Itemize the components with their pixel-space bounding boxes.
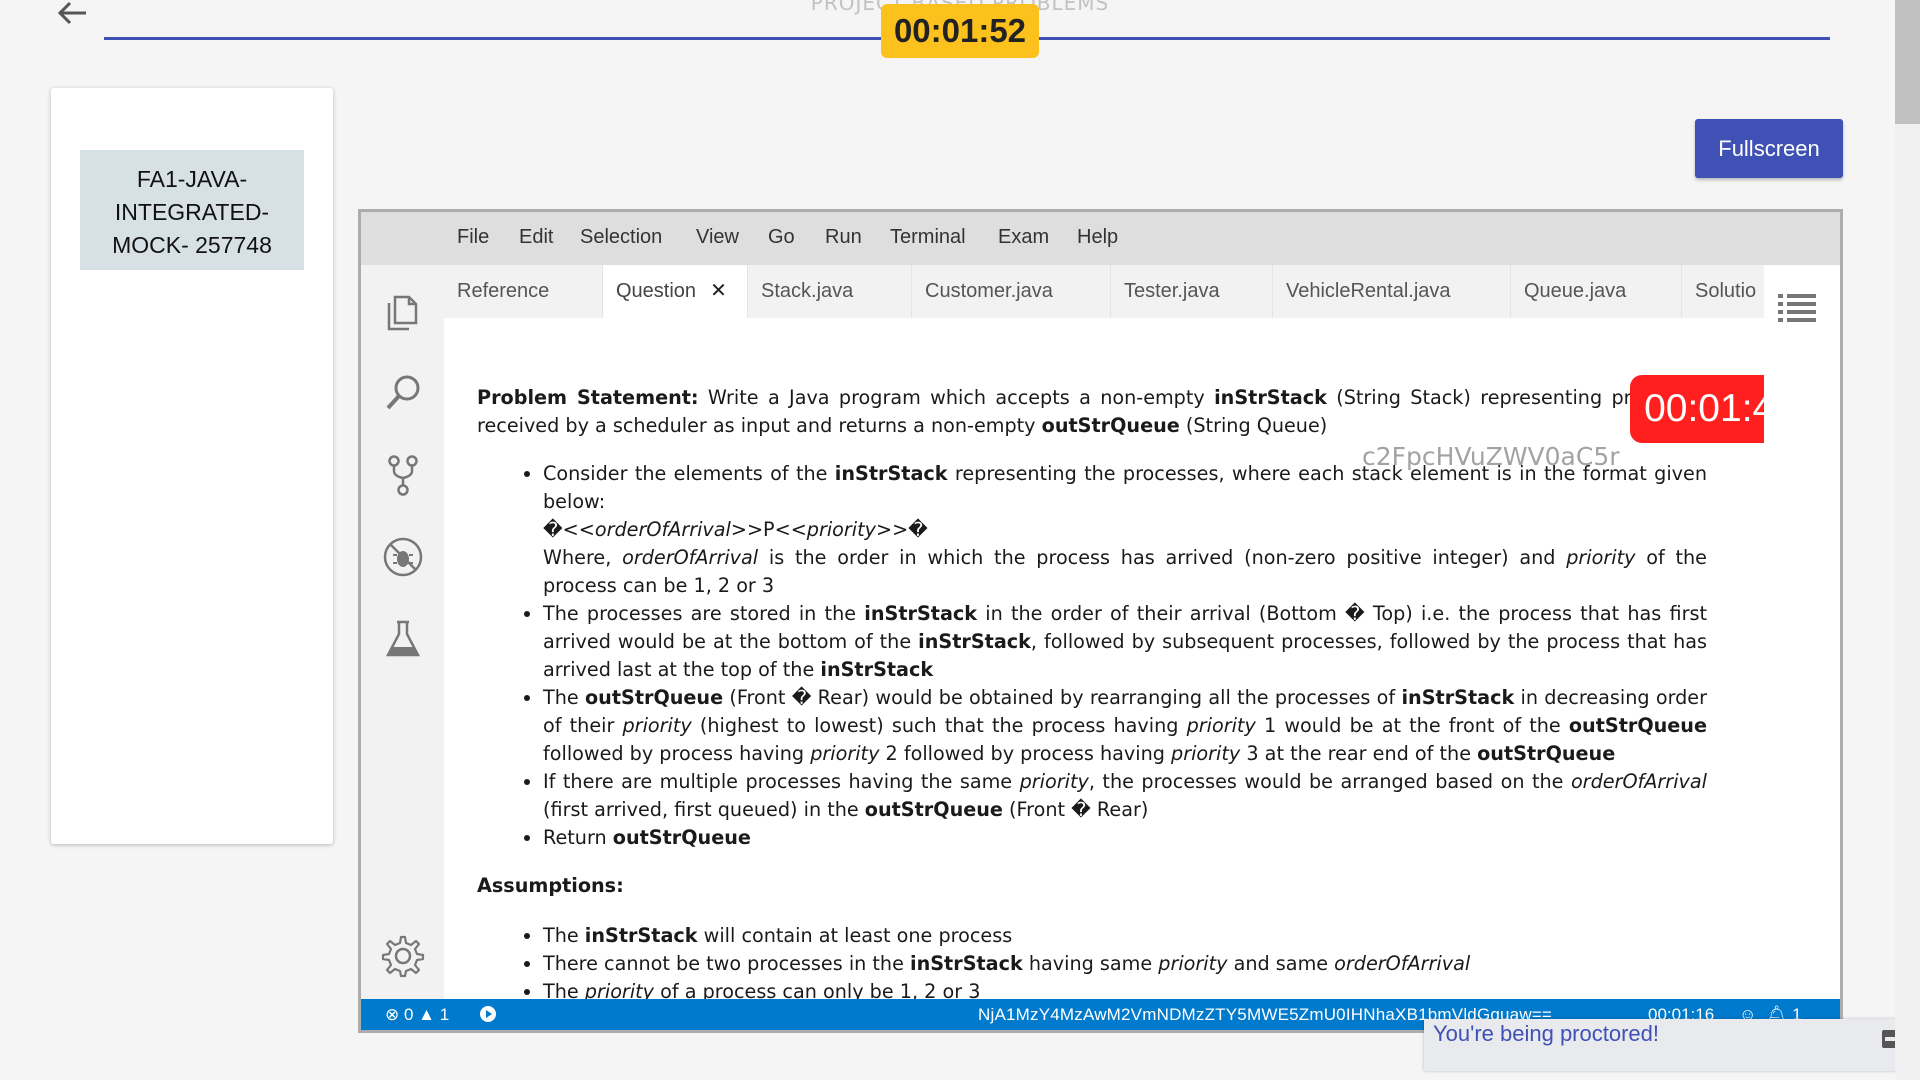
menu-view[interactable]: View	[696, 226, 739, 249]
assumptions-heading: Assumptions:	[477, 874, 624, 897]
list-item: There cannot be two processes in the inS…	[543, 950, 1707, 978]
menu-help[interactable]: Help	[1077, 226, 1118, 249]
tab-reference[interactable]: Reference	[444, 265, 603, 318]
menu-file[interactable]: File	[457, 226, 489, 249]
settings-gear-icon[interactable]	[381, 934, 425, 978]
ide-window: File Edit Selection View Go Run Terminal…	[358, 209, 1843, 1033]
test-card: FA1-JAVA-INTEGRATED-MOCK- 257748	[51, 88, 333, 844]
page-scrollbar[interactable]	[1895, 0, 1920, 1080]
list-item: If there are multiple processes having t…	[543, 768, 1707, 824]
outline-list-icon[interactable]	[1776, 292, 1818, 324]
tab-stack-java[interactable]: Stack.java	[748, 265, 912, 318]
editor-tabs: Reference Question ✕ Stack.java Customer.…	[444, 265, 1764, 318]
close-icon[interactable]: ✕	[710, 280, 727, 302]
list-item: The priority of a process can only be 1,…	[543, 978, 1707, 999]
assumptions-list: The inStrStack will contain at least one…	[543, 922, 1707, 999]
watermark: c2FpcHVuZWV0aC5r	[1362, 442, 1620, 471]
list-item: Return outStrQueue	[543, 824, 1707, 852]
debug-icon[interactable]	[381, 535, 425, 579]
menu-terminal[interactable]: Terminal	[890, 226, 966, 249]
tab-customer-java[interactable]: Customer.java	[912, 265, 1111, 318]
testing-icon[interactable]	[381, 617, 425, 661]
tab-tester-java[interactable]: Tester.java	[1111, 265, 1273, 318]
run-icon[interactable]	[479, 1005, 497, 1023]
search-icon[interactable]	[381, 371, 425, 415]
proctor-toast: You're being proctored!	[1424, 1019, 1912, 1071]
requirements-list: Consider the elements of the inStrStack …	[543, 460, 1707, 852]
list-item: The inStrStack will contain at least one…	[543, 922, 1707, 950]
warning-icon: ▲	[418, 1005, 435, 1024]
problems-indicator[interactable]: ⊗ 0 ▲ 1	[385, 999, 449, 1030]
global-timer: 00:01:52	[881, 4, 1039, 58]
source-control-icon[interactable]	[381, 453, 425, 497]
menu-run[interactable]: Run	[825, 226, 862, 249]
tab-question[interactable]: Question ✕	[603, 265, 748, 318]
list-item: Consider the elements of the inStrStack …	[543, 460, 1707, 600]
question-content: Problem Statement: Write a Java program …	[477, 384, 1707, 999]
question-timer: 00:01:49	[1630, 375, 1764, 443]
explorer-icon[interactable]	[381, 291, 425, 335]
activity-bar	[361, 265, 444, 999]
problem-statement: Problem Statement: Write a Java program …	[477, 386, 1708, 437]
tab-solution[interactable]: Solutio	[1682, 265, 1764, 318]
test-name: FA1-JAVA-INTEGRATED-MOCK- 257748	[80, 150, 304, 270]
list-item: The processes are stored in the inStrSta…	[543, 600, 1707, 684]
tab-queue-java[interactable]: Queue.java	[1511, 265, 1682, 318]
menu-exam[interactable]: Exam	[998, 226, 1049, 249]
fullscreen-button[interactable]: Fullscreen	[1695, 119, 1843, 178]
question-panel[interactable]: Problem Statement: Write a Java program …	[444, 318, 1764, 999]
tab-vehiclerental-java[interactable]: VehicleRental.java	[1273, 265, 1511, 318]
menu-bar: File Edit Selection View Go Run Terminal…	[361, 212, 1840, 265]
page-scrollbar-thumb[interactable]	[1895, 0, 1920, 124]
menu-selection[interactable]: Selection	[580, 226, 662, 249]
menu-edit[interactable]: Edit	[519, 226, 553, 249]
list-item: The outStrQueue (Front � Rear) would be …	[543, 684, 1707, 768]
menu-go[interactable]: Go	[768, 226, 795, 249]
